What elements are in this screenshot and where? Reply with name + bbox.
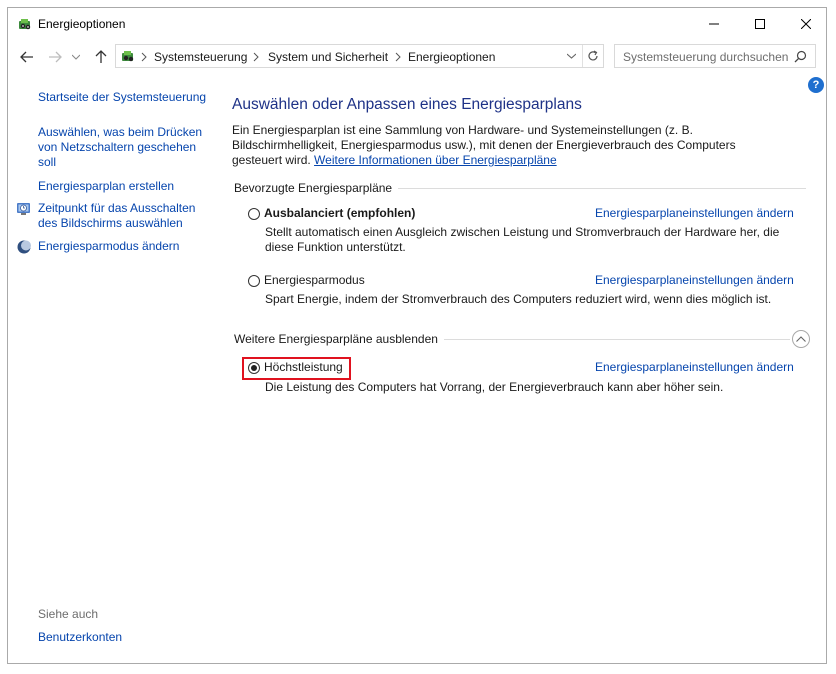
sleep-moon-icon — [17, 240, 31, 254]
plan-settings-link-power-saver[interactable]: Energiesparplaneinstellungen ändern — [595, 273, 794, 287]
plan-settings-link-balanced[interactable]: Energiesparplaneinstellungen ändern — [595, 206, 794, 220]
see-also-label: Siehe auch — [38, 607, 99, 621]
title-bar: Energieoptionen — [8, 8, 826, 39]
power-options-icon — [19, 19, 31, 30]
navigation-bar: Systemsteuerung System und Sicherheit En… — [8, 42, 826, 72]
search-icon[interactable] — [794, 50, 807, 63]
up-button[interactable] — [92, 48, 110, 66]
highlight-box — [242, 357, 351, 380]
radio-balanced[interactable] — [248, 208, 260, 220]
window: Energieoptionen Systemsteuerung System u… — [7, 7, 827, 664]
more-info-link[interactable]: Weitere Informationen über Energiesparpl… — [314, 153, 557, 167]
breadcrumb-energieoptionen[interactable]: Energieoptionen — [408, 50, 495, 64]
breadcrumb-chevron-icon — [141, 52, 147, 62]
preferred-plans-label: Bevorzugte Energiesparpläne — [234, 181, 399, 195]
arrow-left-icon — [20, 51, 33, 63]
arrow-right-icon — [49, 51, 62, 63]
sidebar-item-display-off[interactable]: Zeitpunkt für das Ausschalten des Bildsc… — [38, 201, 208, 231]
intro-text: Ein Energiesparplan ist eine Sammlung vo… — [232, 123, 777, 168]
search-box[interactable]: Systemsteuerung durchsuchen — [614, 44, 816, 68]
breadcrumb-chevron-icon — [395, 52, 401, 62]
address-bar[interactable]: Systemsteuerung System und Sicherheit En… — [115, 44, 604, 68]
sidebar-item-sleep-mode[interactable]: Energiesparmodus ändern — [38, 239, 208, 254]
address-dropdown-icon[interactable] — [567, 53, 576, 59]
hidden-plans-label: Weitere Energiesparpläne ausblenden — [234, 332, 444, 346]
page-title: Auswählen oder Anpassen eines Energiespa… — [232, 96, 582, 113]
breadcrumb-chevron-icon — [253, 52, 259, 62]
minimize-button[interactable] — [691, 8, 737, 39]
sidebar-item-create-plan[interactable]: Energiesparplan erstellen — [38, 179, 208, 194]
sidebar-item-power-buttons[interactable]: Auswählen, was beim Drücken von Netzscha… — [38, 125, 208, 170]
radio-power-saver[interactable] — [248, 275, 260, 287]
plan-settings-link-high-performance[interactable]: Energiesparplaneinstellungen ändern — [595, 360, 794, 374]
plan-desc-power-saver: Spart Energie, indem der Stromverbrauch … — [265, 292, 772, 306]
forward-button[interactable] — [46, 48, 64, 66]
breadcrumb-systemsteuerung[interactable]: Systemsteuerung — [154, 50, 247, 64]
maximize-button[interactable] — [737, 8, 783, 39]
close-button[interactable] — [783, 8, 829, 39]
window-title: Energieoptionen — [38, 17, 126, 31]
minimize-icon — [709, 23, 719, 24]
chevron-down-icon — [72, 54, 80, 60]
address-divider — [582, 45, 583, 67]
control-panel-icon — [122, 51, 134, 62]
arrow-up-icon — [95, 50, 107, 63]
refresh-icon[interactable] — [586, 49, 600, 63]
back-button[interactable] — [18, 48, 36, 66]
recent-locations-button[interactable] — [70, 48, 82, 66]
plan-name-power-saver[interactable]: Energiesparmodus — [264, 273, 365, 287]
chevron-up-icon — [796, 336, 806, 342]
close-icon — [801, 18, 811, 29]
help-button[interactable]: ? — [808, 77, 824, 93]
plan-desc-high-performance: Die Leistung des Computers hat Vorrang, … — [265, 380, 724, 394]
search-input[interactable]: Systemsteuerung durchsuchen — [623, 50, 788, 64]
sidebar-item-control-panel-home[interactable]: Startseite der Systemsteuerung — [38, 90, 208, 105]
breadcrumb-system-und-sicherheit[interactable]: System und Sicherheit — [268, 50, 388, 64]
plan-name-balanced[interactable]: Ausbalanciert (empfohlen) — [264, 206, 415, 220]
sidebar-item-user-accounts[interactable]: Benutzerkonten — [38, 630, 208, 645]
display-timer-icon — [17, 203, 30, 215]
maximize-icon — [755, 18, 765, 29]
collapse-button[interactable] — [792, 330, 810, 348]
plan-desc-balanced: Stellt automatisch einen Ausgleich zwisc… — [265, 225, 780, 254]
